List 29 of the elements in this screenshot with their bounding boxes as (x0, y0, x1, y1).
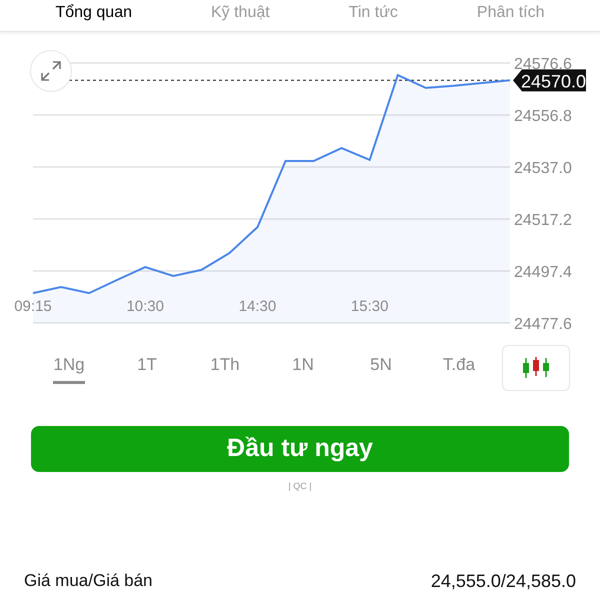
y-axis-label: 24556.8 (514, 108, 572, 125)
y-axis-label: 24497.4 (514, 264, 572, 281)
chart-type-button[interactable] (502, 345, 570, 391)
tab[interactable]: Kỹ thuật (210, 0, 270, 23)
x-axis-label: 09:15 (14, 298, 52, 315)
tab[interactable]: Phân tích (476, 0, 544, 23)
ad-label: | QC | (288, 480, 312, 493)
y-axis-label: 24537.0 (514, 160, 572, 177)
candlestick-icon (522, 357, 550, 379)
period-tab[interactable]: 1N (264, 352, 342, 384)
x-axis-label: 10:30 (126, 298, 164, 315)
period-tab[interactable]: 1T (108, 352, 186, 384)
bid-ask-label: Giá mua/Giá bán (24, 570, 153, 592)
y-axis-label: 24477.6 (514, 316, 572, 332)
bid-ask-value: 24,555.0/24,585.0 (430, 570, 576, 592)
tab[interactable]: Tin tức (348, 0, 398, 23)
period-tab[interactable]: 1Ng (30, 352, 108, 384)
expand-button[interactable] (30, 50, 72, 92)
period-tab[interactable]: 1Th (186, 352, 264, 384)
expand-icon (40, 60, 62, 82)
price-tag: 24570.0 (513, 69, 586, 92)
y-axis-label: 24517.2 (514, 212, 572, 229)
tab[interactable]: Tổng quan (55, 0, 132, 23)
x-axis-label: 14:30 (238, 298, 276, 315)
invest-button[interactable]: Đầu tư ngay (31, 426, 569, 472)
period-tab[interactable]: T.đa (420, 352, 498, 384)
x-axis-label: 15:30 (350, 298, 388, 315)
ref-line-label: 24570.0 (521, 71, 586, 92)
period-tab[interactable]: 5N (342, 352, 420, 384)
